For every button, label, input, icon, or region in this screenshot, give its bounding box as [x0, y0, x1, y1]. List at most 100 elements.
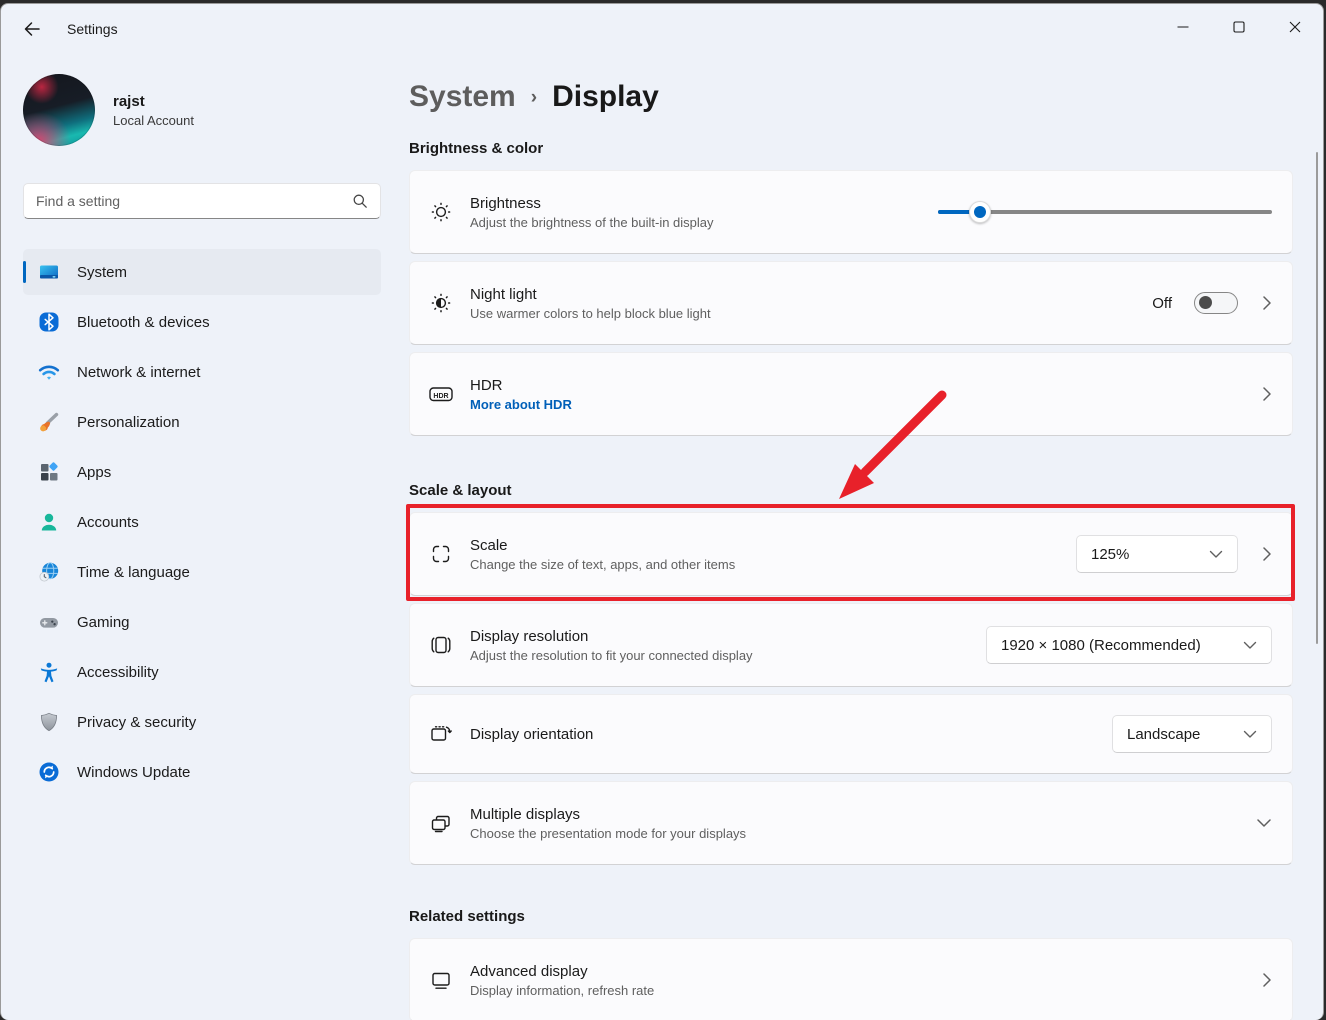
advanced-display-row[interactable]: Advanced display Display information, re…: [409, 938, 1293, 1020]
personalization-icon: [37, 410, 61, 434]
breadcrumb-system[interactable]: System: [409, 80, 516, 114]
back-arrow-icon: [22, 19, 42, 39]
apps-icon: [37, 460, 61, 484]
night-light-icon: [428, 291, 454, 315]
search-box[interactable]: [23, 183, 381, 219]
user-profile[interactable]: rajst Local Account: [23, 74, 381, 146]
time-language-icon: [37, 560, 61, 584]
display-orientation-row: Display orientation Landscape: [409, 694, 1293, 774]
chevron-right-icon[interactable]: [1262, 546, 1272, 562]
maximize-button[interactable]: [1211, 4, 1267, 50]
multiple-displays-row[interactable]: Multiple displays Choose the presentatio…: [409, 781, 1293, 865]
close-button[interactable]: [1267, 4, 1323, 50]
gaming-icon: [37, 610, 61, 634]
orientation-dropdown[interactable]: Landscape: [1112, 715, 1272, 753]
hdr-title: HDR: [470, 376, 503, 394]
display-resolution-title: Display resolution: [470, 627, 589, 645]
display-resolution-subtitle: Adjust the resolution to fit your connec…: [470, 647, 753, 663]
scale-row[interactable]: Scale Change the size of text, apps, and…: [409, 512, 1293, 596]
chevron-right-icon: [1262, 972, 1272, 988]
sidebar-item-label: Personalization: [77, 413, 180, 431]
brightness-slider-thumb[interactable]: [969, 201, 992, 223]
sidebar-item-gaming[interactable]: Gaming: [23, 599, 381, 645]
chevron-right-icon: [1262, 386, 1272, 402]
display-resolution-row: Display resolution Adjust the resolution…: [409, 603, 1293, 687]
brightness-subtitle: Adjust the brightness of the built-in di…: [470, 214, 714, 230]
brightness-title: Brightness: [470, 194, 541, 212]
sidebar-item-accessibility[interactable]: Accessibility: [23, 649, 381, 695]
hdr-icon: HDR: [428, 382, 454, 406]
close-icon: [1289, 21, 1301, 33]
settings-window: Settings rajst Local Account Find a sett…: [0, 3, 1324, 1020]
sidebar-item-privacy[interactable]: Privacy & security: [23, 699, 381, 745]
advanced-display-title: Advanced display: [470, 962, 588, 980]
scale-icon: [428, 542, 454, 566]
search-icon: [352, 193, 368, 209]
scale-dropdown[interactable]: 125%: [1076, 535, 1238, 573]
sidebar-item-label: Windows Update: [77, 763, 191, 781]
sidebar-item-network[interactable]: Network & internet: [23, 349, 381, 395]
hdr-more-link[interactable]: More about HDR: [470, 397, 572, 412]
sidebar-item-accounts[interactable]: Accounts: [23, 499, 381, 545]
sidebar-item-bluetooth[interactable]: Bluetooth & devices: [23, 299, 381, 345]
sidebar-item-system[interactable]: System: [23, 249, 381, 295]
app-title: Settings: [67, 21, 118, 37]
advanced-display-icon: [428, 968, 454, 992]
night-light-row[interactable]: Night light Use warmer colors to help bl…: [409, 261, 1293, 345]
brightness-slider[interactable]: [938, 201, 1272, 223]
chevron-down-icon[interactable]: [1256, 818, 1272, 828]
titlebar: Settings: [1, 4, 1323, 54]
search-input[interactable]: [36, 193, 352, 209]
windows-update-icon: [37, 760, 61, 784]
back-button[interactable]: [15, 12, 49, 46]
chevron-down-icon: [1183, 550, 1223, 559]
scale-subtitle: Change the size of text, apps, and other…: [470, 556, 736, 572]
brightness-row: Brightness Adjust the brightness of the …: [409, 170, 1293, 254]
night-light-title: Night light: [470, 285, 537, 303]
sidebar-item-label: Accessibility: [77, 663, 159, 681]
main-content: System › Display Brightness & color Brig…: [393, 54, 1323, 1020]
sidebar-item-label: Accounts: [77, 513, 139, 531]
minimize-button[interactable]: [1155, 4, 1211, 50]
avatar: [23, 74, 95, 146]
sidebar-item-personalization[interactable]: Personalization: [23, 399, 381, 445]
privacy-security-icon: [37, 710, 61, 734]
svg-text:HDR: HDR: [433, 393, 448, 400]
display-resolution-icon: [428, 633, 454, 657]
sidebar-item-label: Time & language: [77, 563, 190, 581]
sidebar-item-label: Gaming: [77, 613, 130, 631]
advanced-display-subtitle: Display information, refresh rate: [470, 982, 655, 998]
night-light-toggle[interactable]: [1194, 292, 1238, 314]
display-orientation-title: Display orientation: [470, 725, 594, 743]
orientation-dropdown-value: Landscape: [1127, 725, 1201, 743]
section-related-settings: Related settings: [409, 908, 525, 925]
multiple-displays-title: Multiple displays: [470, 805, 581, 823]
night-light-subtitle: Use warmer colors to help block blue lig…: [470, 305, 711, 321]
scale-dropdown-value: 125%: [1091, 545, 1130, 563]
page-title: Display: [552, 80, 659, 113]
chevron-right-icon: [1262, 295, 1272, 311]
sidebar-item-apps[interactable]: Apps: [23, 449, 381, 495]
resolution-dropdown-value: 1920 × 1080 (Recommended): [1001, 636, 1201, 654]
accounts-icon: [37, 510, 61, 534]
hdr-row[interactable]: HDR HDR More about HDR: [409, 352, 1293, 436]
brightness-icon: [428, 200, 454, 224]
sidebar-item-time-language[interactable]: Time & language: [23, 549, 381, 595]
breadcrumb-separator: ›: [530, 87, 538, 108]
sidebar-item-label: Bluetooth & devices: [77, 313, 210, 331]
sidebar: rajst Local Account Find a setting Syste…: [1, 54, 393, 1020]
breadcrumb: System › Display: [409, 80, 1293, 114]
resolution-dropdown[interactable]: 1920 × 1080 (Recommended): [986, 626, 1272, 664]
chevron-down-icon: [1217, 730, 1257, 739]
multiple-displays-subtitle: Choose the presentation mode for your di…: [470, 825, 747, 841]
vertical-scrollbar[interactable]: [1316, 152, 1318, 644]
chevron-down-icon: [1217, 641, 1257, 650]
system-icon: [37, 260, 61, 284]
network-icon: [37, 360, 61, 384]
multiple-displays-icon: [428, 811, 454, 835]
sidebar-item-label: Privacy & security: [77, 713, 197, 731]
night-light-state: Off: [1152, 294, 1172, 312]
sidebar-item-windows-update[interactable]: Windows Update: [23, 749, 381, 795]
user-name: rajst: [113, 92, 145, 110]
section-brightness-color: Brightness & color: [409, 140, 544, 157]
